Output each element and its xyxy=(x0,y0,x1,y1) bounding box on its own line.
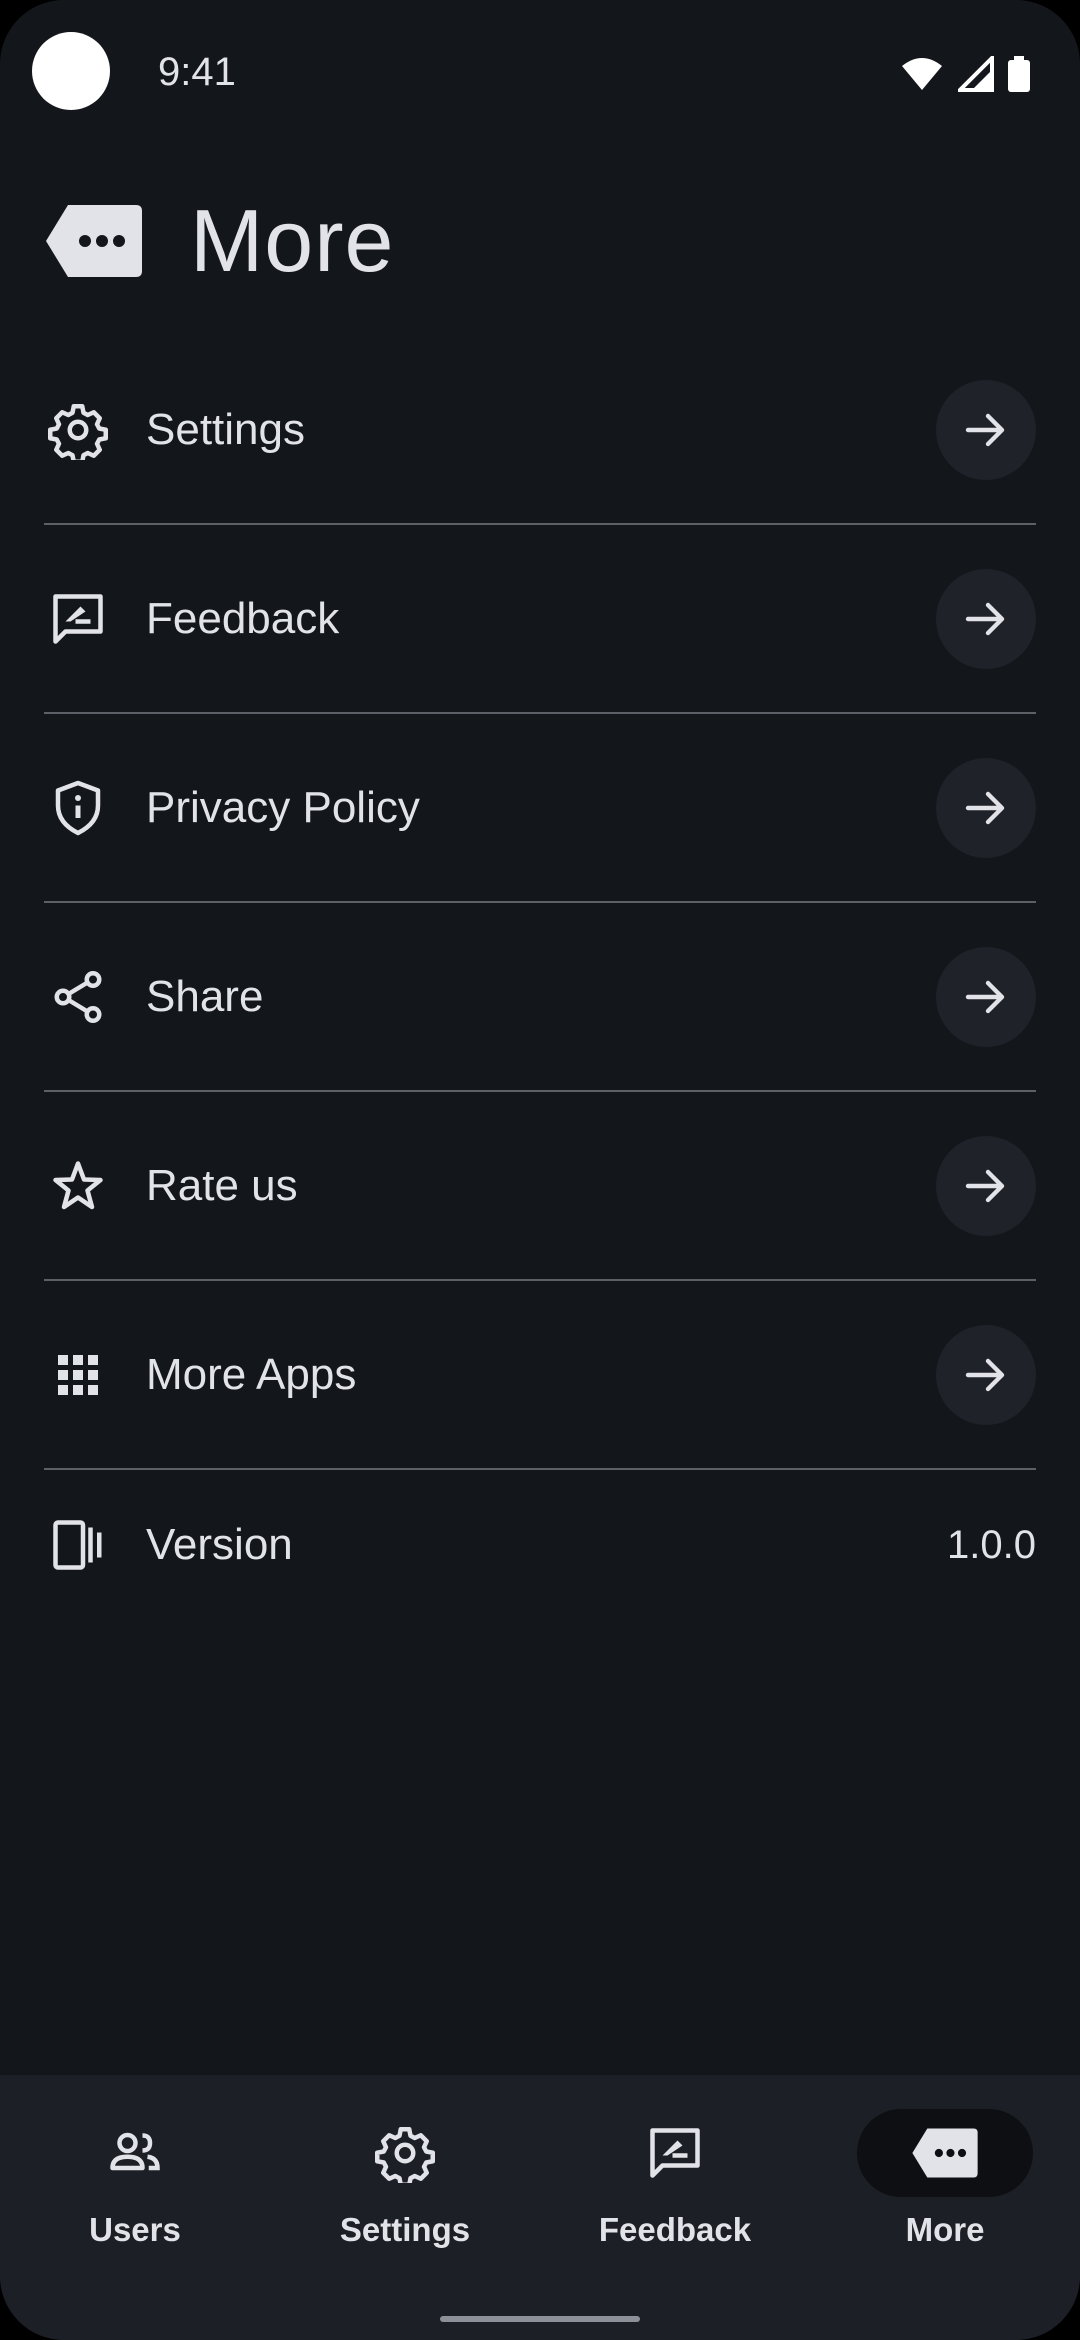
nav-label: Feedback xyxy=(598,2211,752,2248)
bottom-navigation: Users Settings Feedback More xyxy=(0,2075,1080,2340)
arrow-button[interactable] xyxy=(936,379,1036,480)
more-tag-icon xyxy=(912,2128,978,2178)
menu-item-feedback[interactable]: Feedback xyxy=(44,525,1036,714)
arrow-right-icon xyxy=(965,1169,1005,1202)
users-icon xyxy=(110,2132,160,2171)
nav-label: Settings xyxy=(339,2211,471,2248)
device-version-icon xyxy=(48,1515,108,1575)
arrow-right-icon xyxy=(965,413,1005,446)
app-screen: 9:41 More Settings Feedback Privacy Poli… xyxy=(0,0,1080,2340)
arrow-button[interactable] xyxy=(936,1135,1036,1236)
nav-icon-container xyxy=(587,2109,763,2197)
feedback-icon xyxy=(48,589,108,649)
arrow-button[interactable] xyxy=(936,1324,1036,1425)
share-icon xyxy=(48,967,108,1027)
nav-icon-container-active xyxy=(857,2109,1033,2197)
menu-item-label: Settings xyxy=(146,404,305,454)
nav-item-more[interactable]: More xyxy=(810,2075,1080,2340)
nav-item-feedback[interactable]: Feedback xyxy=(540,2075,810,2340)
menu-item-share[interactable]: Share xyxy=(44,903,1036,1092)
wifi-icon xyxy=(902,58,942,90)
menu-item-privacy-policy[interactable]: Privacy Policy xyxy=(44,714,1036,903)
page-header: More xyxy=(44,191,395,290)
nav-icon-container xyxy=(47,2109,223,2197)
nav-label: More xyxy=(905,2211,985,2248)
menu-item-label: More Apps xyxy=(146,1349,357,1399)
star-outline-icon xyxy=(48,1156,108,1216)
page-title: More xyxy=(190,191,395,290)
menu-item-label: Privacy Policy xyxy=(146,782,420,832)
menu-item-version: Version 1.0.0 xyxy=(44,1470,1036,1620)
more-tag-icon xyxy=(46,205,142,277)
arrow-right-icon xyxy=(965,791,1005,824)
nav-icon-container xyxy=(317,2109,493,2197)
status-time: 9:41 xyxy=(158,50,236,94)
arrow-button[interactable] xyxy=(936,568,1036,669)
arrow-right-icon xyxy=(965,1358,1005,1391)
menu-item-label: Share xyxy=(146,971,264,1021)
status-bar: 9:41 xyxy=(0,0,1080,140)
version-label: Version xyxy=(146,1520,293,1569)
menu-item-label: Rate us xyxy=(146,1160,298,1210)
arrow-button[interactable] xyxy=(936,946,1036,1047)
nav-label: Users xyxy=(89,2211,181,2248)
menu-item-rate-us[interactable]: Rate us xyxy=(44,1092,1036,1281)
arrow-button[interactable] xyxy=(936,757,1036,858)
battery-icon xyxy=(1008,56,1030,92)
nav-item-users[interactable]: Users xyxy=(0,2075,270,2340)
apps-grid-icon xyxy=(48,1345,108,1405)
arrow-right-icon xyxy=(965,980,1005,1013)
camera-cutout xyxy=(32,32,110,110)
version-value: 1.0.0 xyxy=(947,1522,1036,1567)
menu-item-more-apps[interactable]: More Apps xyxy=(44,1281,1036,1470)
home-indicator[interactable] xyxy=(440,2316,640,2322)
status-icons xyxy=(900,56,1030,92)
arrow-right-icon xyxy=(965,602,1005,635)
cellular-signal-icon xyxy=(958,56,994,92)
menu-item-settings[interactable]: Settings xyxy=(44,336,1036,525)
gear-icon xyxy=(375,2127,435,2183)
menu-list: Settings Feedback Privacy Policy Share R… xyxy=(44,336,1036,1620)
gear-icon xyxy=(48,400,108,460)
nav-item-settings[interactable]: Settings xyxy=(270,2075,540,2340)
feedback-icon xyxy=(650,2128,700,2178)
shield-info-icon xyxy=(48,778,108,838)
menu-item-label: Feedback xyxy=(146,593,340,643)
